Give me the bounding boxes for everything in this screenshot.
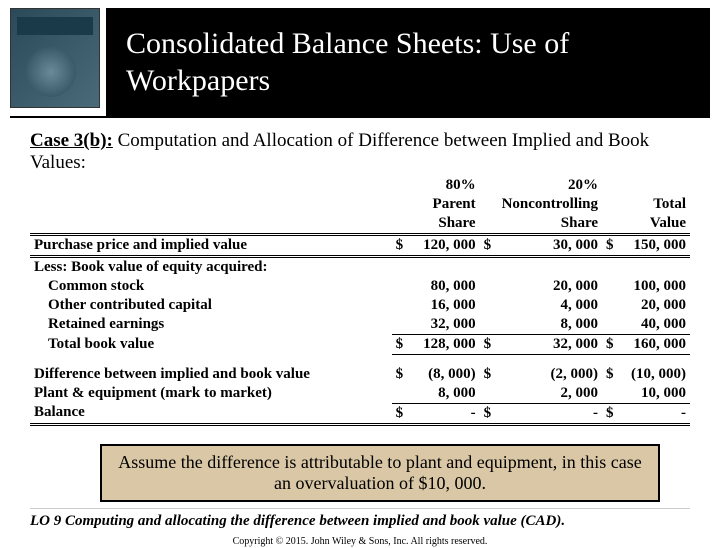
row-purchase-v3: 150, 000 xyxy=(620,235,690,257)
row-common-v1: 80, 000 xyxy=(410,277,480,296)
row-diff-v3: (10, 000) xyxy=(620,365,690,384)
row-totalbv-v3: 160, 000 xyxy=(620,335,690,355)
col3-head-a: Total xyxy=(620,195,690,214)
row-totalbv-v1: 128, 000 xyxy=(410,335,480,355)
slide-header: Consolidated Balance Sheets: Use of Work… xyxy=(10,8,710,118)
row-purchase-v1: 120, 000 xyxy=(410,235,480,257)
col1-pct: 80% xyxy=(410,176,480,195)
row-plant-label: Plant & equipment (mark to market) xyxy=(30,384,392,404)
row-balance-v1: - xyxy=(410,403,480,424)
case-text: Computation and Allocation of Difference… xyxy=(30,130,649,173)
assumption-note: Assume the difference is attributable to… xyxy=(100,444,660,502)
row-retained-label: Retained earnings xyxy=(30,315,392,335)
row-other-v2: 4, 000 xyxy=(498,296,602,315)
row-other-v3: 20, 000 xyxy=(620,296,690,315)
row-purchase-label: Purchase price and implied value xyxy=(30,235,392,257)
row-retained-v2: 8, 000 xyxy=(498,315,602,335)
row-diff-v1: (8, 000) xyxy=(410,365,480,384)
slide-title: Consolidated Balance Sheets: Use of Work… xyxy=(126,25,690,100)
row-balance-label: Balance xyxy=(30,403,392,424)
row-diff-label: Difference between implied and book valu… xyxy=(30,365,392,384)
row-other-v1: 16, 000 xyxy=(410,296,480,315)
col2-head-a: Noncontrolling xyxy=(498,195,602,214)
col1-head-a: Parent xyxy=(410,195,480,214)
row-common-v3: 100, 000 xyxy=(620,277,690,296)
row-plant-v1: 8, 000 xyxy=(410,384,480,404)
row-less-label: Less: Book value of equity acquired: xyxy=(30,257,392,278)
row-totalbv-v2: 32, 000 xyxy=(498,335,602,355)
copyright-text: Copyright © 2015. John Wiley & Sons, Inc… xyxy=(0,536,720,547)
book-cover-image xyxy=(10,8,100,108)
learning-objective: LO 9 Computing and allocating the differ… xyxy=(30,508,690,530)
row-totalbv-label: Total book value xyxy=(30,335,392,355)
row-retained-v1: 32, 000 xyxy=(410,315,480,335)
row-purchase-v2: 30, 000 xyxy=(498,235,602,257)
row-plant-v3: 10, 000 xyxy=(620,384,690,404)
row-diff-v2: (2, 000) xyxy=(498,365,602,384)
col2-pct: 20% xyxy=(498,176,602,195)
row-balance-v2: - xyxy=(498,403,602,424)
col1-head-b: Share xyxy=(410,214,480,235)
col3-head-b: Value xyxy=(620,214,690,235)
allocation-table: 80% 20% Parent Noncontrolling Total Shar… xyxy=(30,176,690,428)
col2-head-b: Share xyxy=(498,214,602,235)
row-other-label: Other contributed capital xyxy=(30,296,392,315)
title-block: Consolidated Balance Sheets: Use of Work… xyxy=(106,8,710,116)
row-retained-v3: 40, 000 xyxy=(620,315,690,335)
row-balance-v3: - xyxy=(620,403,690,424)
row-common-v2: 20, 000 xyxy=(498,277,602,296)
case-label: Case 3(b): xyxy=(30,130,113,151)
case-description: Case 3(b): Computation and Allocation of… xyxy=(30,130,690,174)
row-plant-v2: 2, 000 xyxy=(498,384,602,404)
row-common-label: Common stock xyxy=(30,277,392,296)
